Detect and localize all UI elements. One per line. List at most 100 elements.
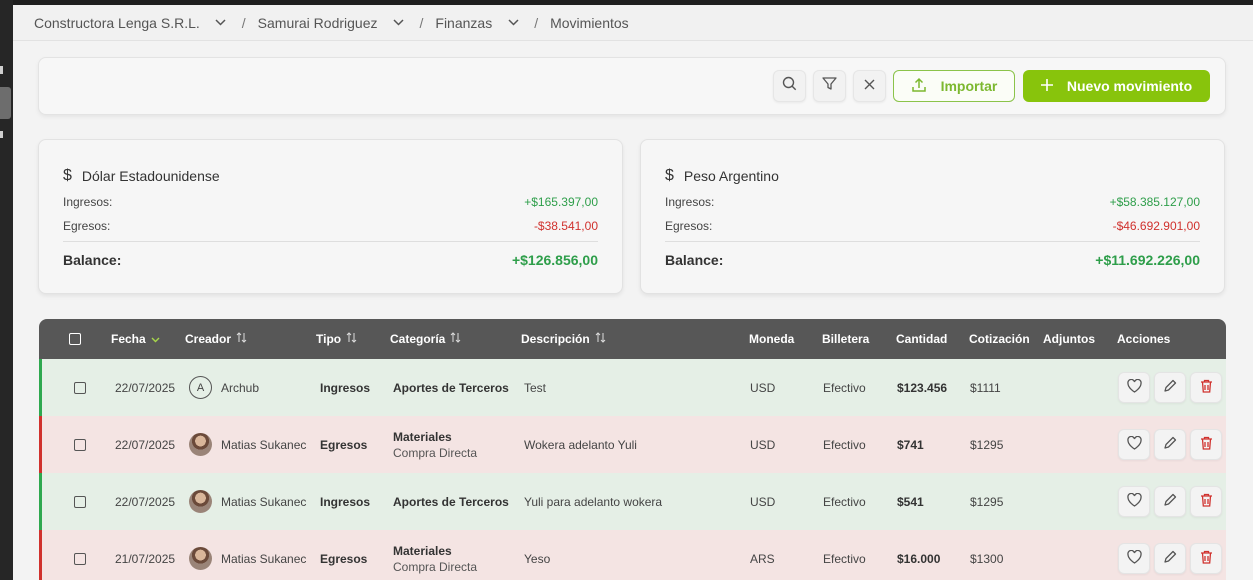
column-acciones: Acciones	[1117, 332, 1170, 346]
column-categoria[interactable]: Categoría	[390, 332, 461, 346]
table-row[interactable]: 22/07/2025 A Archub Ingresos Aportes de …	[39, 359, 1226, 416]
breadcrumb: Constructora Lenga S.R.L. / Samurai Rodr…	[13, 5, 1253, 41]
new-movement-label: Nuevo movimiento	[1066, 78, 1193, 94]
income-label: Ingresos:	[665, 195, 715, 209]
column-billetera: Billetera	[822, 332, 869, 346]
cell-fecha: 22/07/2025	[115, 495, 176, 509]
toolbar: Importar Nuevo movimiento	[38, 57, 1226, 115]
column-descripcion[interactable]: Descripción	[521, 332, 606, 346]
heart-icon	[1126, 492, 1142, 510]
column-label: Cotización	[969, 332, 1030, 346]
cell-creador: Archub	[221, 381, 260, 395]
breadcrumb-label: Samurai Rodriguez	[257, 14, 378, 31]
divider	[63, 241, 598, 242]
dollar-icon: $	[63, 167, 72, 184]
table-row[interactable]: 21/07/2025 Matias Sukanec Egresos Materi…	[39, 530, 1226, 580]
pencil-icon	[1163, 493, 1177, 510]
cell-moneda: USD	[750, 381, 776, 395]
sort-desc-icon	[151, 332, 160, 346]
balance-value: +$126.856,00	[511, 252, 598, 268]
column-fecha[interactable]: Fecha	[111, 332, 160, 346]
column-label: Categoría	[390, 332, 446, 346]
select-all-checkbox[interactable]	[69, 333, 81, 345]
cell-tipo: Egresos	[320, 438, 368, 452]
edit-button[interactable]	[1154, 429, 1186, 460]
column-cotizacion: Cotización	[969, 332, 1030, 346]
column-creador[interactable]: Creador	[185, 332, 247, 346]
table-row[interactable]: 22/07/2025 Matias Sukanec Ingresos Aport…	[39, 473, 1226, 530]
breadcrumb-project[interactable]: Samurai Rodriguez	[258, 15, 406, 31]
column-label: Adjuntos	[1043, 332, 1095, 346]
column-adjuntos: Adjuntos	[1043, 332, 1095, 346]
column-cantidad: Cantidad	[896, 332, 947, 346]
row-checkbox[interactable]	[74, 496, 86, 508]
edit-button[interactable]	[1154, 372, 1186, 403]
plus-icon	[1040, 78, 1053, 94]
breadcrumb-separator: /	[534, 14, 539, 31]
balance-row: Balance: +$126.856,00	[63, 252, 598, 268]
currency-card-ars: $ Peso Argentino Ingresos: +$58.385.127,…	[640, 139, 1225, 294]
sidebar-rail	[0, 0, 13, 580]
currency-card-usd: $ Dólar Estadounidense Ingresos: +$165.3…	[38, 139, 623, 294]
clear-button[interactable]	[853, 70, 886, 102]
favorite-button[interactable]	[1118, 486, 1150, 517]
column-label: Creador	[185, 332, 232, 346]
row-checkbox[interactable]	[74, 439, 86, 451]
favorite-button[interactable]	[1118, 543, 1150, 574]
chevron-down-icon[interactable]	[506, 16, 520, 30]
breadcrumb-section[interactable]: Finanzas	[435, 15, 520, 31]
expense-row: Egresos: -$46.692.901,00	[665, 219, 1200, 233]
favorite-button[interactable]	[1118, 429, 1150, 460]
pencil-icon	[1163, 436, 1177, 453]
column-label: Billetera	[822, 332, 870, 346]
edit-button[interactable]	[1154, 486, 1186, 517]
breadcrumb-label: Constructora Lenga S.R.L.	[34, 14, 200, 31]
search-button[interactable]	[773, 70, 806, 102]
breadcrumb-current: Movimientos	[550, 15, 629, 31]
edit-button[interactable]	[1154, 543, 1186, 574]
cell-billetera: Efectivo	[823, 552, 866, 566]
chevron-down-icon[interactable]	[214, 16, 228, 30]
delete-button[interactable]	[1190, 486, 1222, 517]
table-row[interactable]: 22/07/2025 Matias Sukanec Egresos Materi…	[39, 416, 1226, 473]
cell-creador: Matias Sukanec	[221, 495, 307, 509]
column-label: Descripción	[521, 332, 590, 346]
sidebar-marker	[0, 66, 3, 74]
column-moneda: Moneda	[749, 332, 794, 346]
delete-button[interactable]	[1190, 372, 1222, 403]
cell-billetera: Efectivo	[823, 438, 866, 452]
movements-table: Fecha Creador Tipo Categoría Descripción…	[39, 319, 1226, 580]
avatar: A	[189, 376, 212, 399]
divider	[665, 241, 1200, 242]
breadcrumb-organization[interactable]: Constructora Lenga S.R.L.	[34, 15, 228, 31]
row-checkbox[interactable]	[74, 382, 86, 394]
cell-fecha: 22/07/2025	[115, 381, 176, 395]
cell-cantidad: $741	[897, 438, 924, 452]
expense-value: -$46.692.901,00	[1112, 219, 1200, 233]
cell-tipo: Egresos	[320, 552, 368, 566]
cell-tipo: Ingresos	[320, 495, 371, 509]
card-title-label: Peso Argentino	[683, 168, 779, 184]
cell-billetera: Efectivo	[823, 495, 866, 509]
trash-icon	[1200, 550, 1213, 567]
row-checkbox[interactable]	[74, 553, 86, 565]
cell-creador: Matias Sukanec	[221, 438, 307, 452]
new-movement-button[interactable]: Nuevo movimiento	[1023, 70, 1210, 102]
cell-cantidad: $123.456	[897, 381, 948, 395]
sidebar-active-tab[interactable]	[0, 87, 11, 119]
filter-button[interactable]	[813, 70, 846, 102]
delete-button[interactable]	[1190, 429, 1222, 460]
column-tipo[interactable]: Tipo	[316, 332, 357, 346]
column-label: Moneda	[749, 332, 795, 346]
cell-fecha: 22/07/2025	[115, 438, 176, 452]
cell-cantidad: $16.000	[897, 552, 941, 566]
chevron-down-icon[interactable]	[392, 16, 406, 30]
cell-categoria: Aportes de Terceros	[393, 495, 509, 509]
cell-moneda: USD	[750, 495, 776, 509]
import-button[interactable]: Importar	[893, 70, 1015, 102]
column-label: Cantidad	[896, 332, 948, 346]
avatar	[189, 547, 212, 570]
delete-button[interactable]	[1190, 543, 1222, 574]
cell-cotizacion: $1111	[970, 381, 1001, 395]
favorite-button[interactable]	[1118, 372, 1150, 403]
